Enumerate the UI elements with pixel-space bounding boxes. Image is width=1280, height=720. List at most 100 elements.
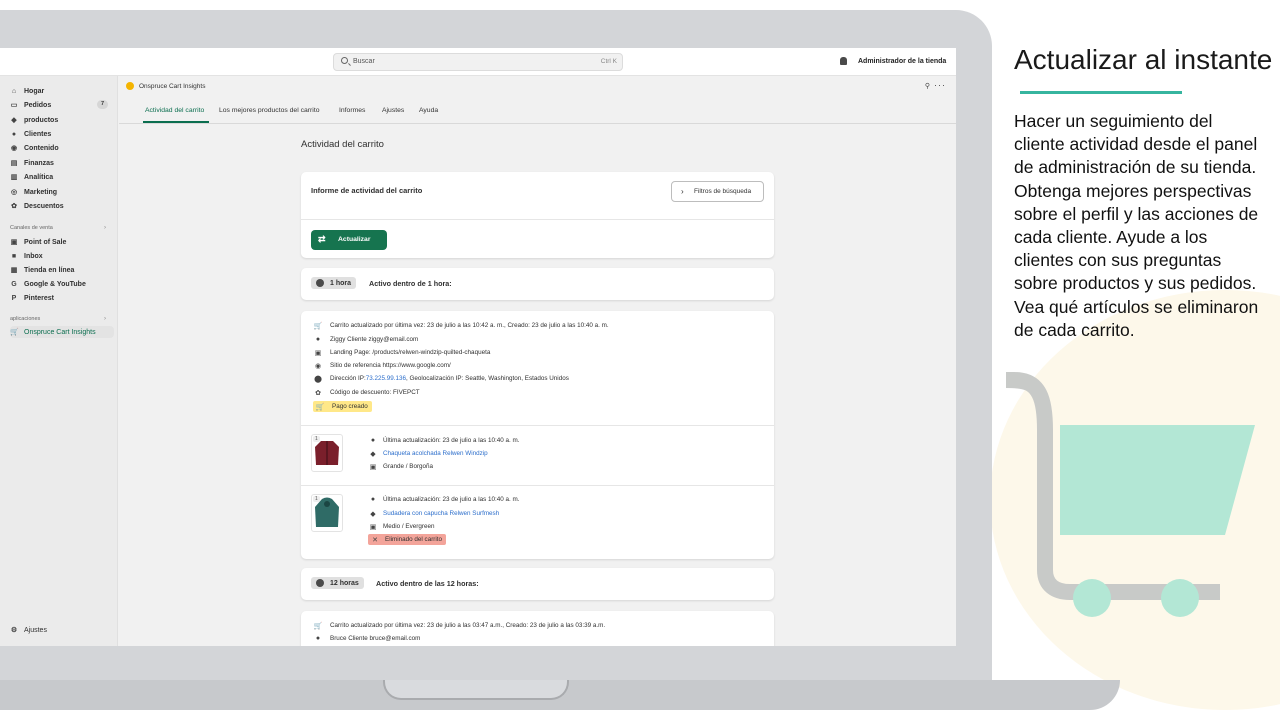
cart-updated-line: 🛒 Carrito actualizado por última vez: 23 … — [313, 622, 606, 630]
orders-count-badge: 7 — [97, 100, 108, 109]
cart-icon: 🛒 — [315, 403, 325, 411]
laptop-notch — [383, 680, 569, 700]
active-tab-indicator — [143, 121, 209, 123]
referrer-line: ◉ Sitio de referencia https://www.google.… — [314, 362, 451, 370]
time-pill: 12 horas — [311, 577, 364, 589]
discount-line: ✿ Código de descuento: FIVEPCT — [313, 387, 420, 398]
app-name: Onspruce Cart Insights — [139, 83, 206, 90]
sidebar-item-cart-insights[interactable]: 🛒 Onspruce Cart Insights — [10, 326, 114, 338]
promo-description: Hacer un seguimiento del cliente activid… — [1014, 111, 1259, 340]
sidebar-item-google-youtube[interactable]: G Google & YouTube — [10, 278, 114, 290]
sidebar-item-point-of-sale[interactable]: ▣ Point of Sale — [10, 236, 114, 248]
quantity-badge: 1 — [313, 436, 320, 442]
product-updated-line: ● Última actualización: 23 de julio a las… — [368, 435, 520, 446]
checkout-created-tag: 🛒 Pago creado — [313, 401, 372, 412]
report-card: Informe de actividad del carrito › Filtr… — [301, 172, 774, 258]
sidebar-item-products[interactable]: ◆ productos — [10, 114, 114, 126]
google-icon: G — [11, 280, 17, 288]
sidebar-item-discounts[interactable]: ✿ Descuentos — [10, 200, 114, 212]
gear-icon: ⚙ — [10, 627, 18, 634]
tag-icon: ◆ — [11, 117, 17, 124]
product-name-line: ◆ Sudadera con capucha Relwen Surfmesh — [368, 508, 499, 519]
pos-icon: ▣ — [10, 239, 18, 246]
product-variant-line: ▣ Medio / Evergreen — [369, 523, 435, 531]
sidebar-item-settings[interactable]: ⚙ Ajustes — [10, 624, 114, 636]
bell-icon[interactable] — [840, 57, 847, 65]
landing-page-line: ▣ Landing Page: /products/relwen-windzip-… — [314, 349, 491, 357]
main-content: Onspruce Cart Insights ⚲ ··· Actividad d… — [119, 76, 956, 646]
analytics-icon: ▥ — [10, 174, 18, 181]
sidebar-item-customers[interactable]: ● Clientes — [10, 128, 114, 140]
cart-icon: 🛒 — [10, 329, 19, 336]
product-link[interactable]: Chaqueta acolchada Relwen Windzip — [383, 450, 488, 457]
sidebar-item-analytics[interactable]: ▥ Analítica — [10, 171, 114, 183]
tab-settings[interactable]: Ajustes — [382, 107, 404, 114]
search-shortcut: Ctrl K — [600, 58, 617, 65]
customer-line: ● Bruce Cliente bruce@email.com — [313, 633, 421, 644]
search-input[interactable]: Buscar Ctrl K — [333, 53, 623, 71]
cart-icon: 🛒 — [313, 322, 323, 330]
product-name-line: ◆ Chaqueta acolchada Relwen Windzip — [368, 448, 488, 459]
tag-icon: ◆ — [370, 450, 376, 458]
sidebar-item-inbox[interactable]: ■ Inbox — [10, 250, 114, 262]
cart-card: 🛒 Carrito actualizado por última vez: 23 … — [301, 311, 774, 559]
search-placeholder: Buscar — [353, 58, 375, 65]
pin-icon[interactable]: ⚲ — [925, 82, 930, 90]
app-logo-icon — [126, 82, 134, 90]
sidebar-item-content[interactable]: ◉ Contenido — [10, 142, 114, 154]
ip-address-link[interactable]: 73.225.99.136 — [366, 375, 406, 382]
home-icon: ⌂ — [11, 87, 17, 95]
orders-icon: ▭ — [10, 102, 18, 109]
tab-help[interactable]: Ayuda — [419, 107, 438, 114]
content-icon: ◉ — [10, 145, 18, 152]
product-thumbnail[interactable]: 1 — [311, 494, 343, 532]
product-thumbnail[interactable]: 1 — [311, 434, 343, 472]
admin-screen: Buscar Ctrl K Administrador de la tienda… — [0, 48, 956, 646]
person-icon: ● — [315, 635, 321, 642]
promo-canvas: Buscar Ctrl K Administrador de la tienda… — [0, 0, 1280, 720]
link-icon: ◉ — [314, 362, 322, 370]
report-title: Informe de actividad del carrito — [311, 186, 423, 195]
promo-headline: Actualizar al instante — [1014, 44, 1273, 75]
tab-cart-activity[interactable]: Actividad del carrito — [145, 107, 204, 114]
shopping-cart-illustration — [1005, 371, 1255, 617]
tab-top-cart-products[interactable]: Los mejores productos del carrito — [219, 107, 320, 114]
tab-reports[interactable]: Informes — [339, 107, 365, 114]
refresh-icon: ⇄ — [318, 234, 326, 244]
sidebar-item-orders[interactable]: ▭ Pedidos 7 — [10, 99, 114, 111]
time-group-caption: Activo dentro de 1 hora: — [369, 279, 452, 288]
chevron-right-icon[interactable]: › — [104, 316, 106, 322]
tag-icon: ◆ — [370, 510, 376, 518]
sidebar-item-online-store[interactable]: ▦ Tienda en línea — [10, 264, 114, 276]
variant-icon: ▣ — [369, 523, 377, 531]
sidebar-item-pinterest[interactable]: P Pinterest — [10, 292, 114, 304]
search-filters-button[interactable]: › Filtros de búsqueda — [671, 181, 764, 202]
time-group-header: 12 horas Activo dentro de las 12 horas: — [301, 568, 774, 600]
store-admin-menu[interactable]: Administrador de la tienda — [858, 58, 946, 65]
time-group-header: 1 hora Activo dentro de 1 hora: — [301, 268, 774, 300]
product-variant-line: ▣ Grande / Borgoña — [369, 463, 434, 471]
clock-icon: ● — [370, 437, 376, 444]
clock-icon — [316, 579, 324, 587]
product-link[interactable]: Sudadera con capucha Relwen Surfmesh — [383, 510, 499, 517]
finance-icon: ▤ — [10, 160, 18, 167]
app-header: Onspruce Cart Insights ⚲ ··· — [119, 76, 956, 97]
more-options-icon[interactable]: ··· — [934, 80, 946, 90]
search-icon — [341, 57, 348, 64]
sidebar: ⌂ Hogar ▭ Pedidos 7 ◆ productos ● Clientes ◉ C… — [0, 76, 118, 646]
chevron-right-icon[interactable]: › — [104, 225, 106, 231]
top-bar: Buscar Ctrl K Administrador de la tienda — [0, 48, 956, 76]
discount-icon: ✿ — [315, 389, 321, 397]
sidebar-item-finance[interactable]: ▤ Finanzas — [10, 157, 114, 169]
divider — [301, 219, 774, 220]
chevron-right-icon: › — [681, 187, 684, 196]
clock-icon — [316, 279, 324, 287]
ip-line: ⬤ Dirección IP: 73.225.99.136, Geolocaliz… — [314, 375, 569, 383]
time-group-caption: Activo dentro de las 12 horas: — [376, 579, 479, 588]
apps-heading: aplicaciones › — [10, 316, 106, 322]
update-button[interactable]: ⇄ Actualizar — [311, 230, 387, 250]
pinterest-icon: P — [11, 294, 17, 302]
variant-icon: ▣ — [369, 463, 377, 471]
sidebar-item-marketing[interactable]: ◎ Marketing — [10, 186, 114, 198]
sidebar-item-home[interactable]: ⌂ Hogar — [10, 85, 114, 97]
